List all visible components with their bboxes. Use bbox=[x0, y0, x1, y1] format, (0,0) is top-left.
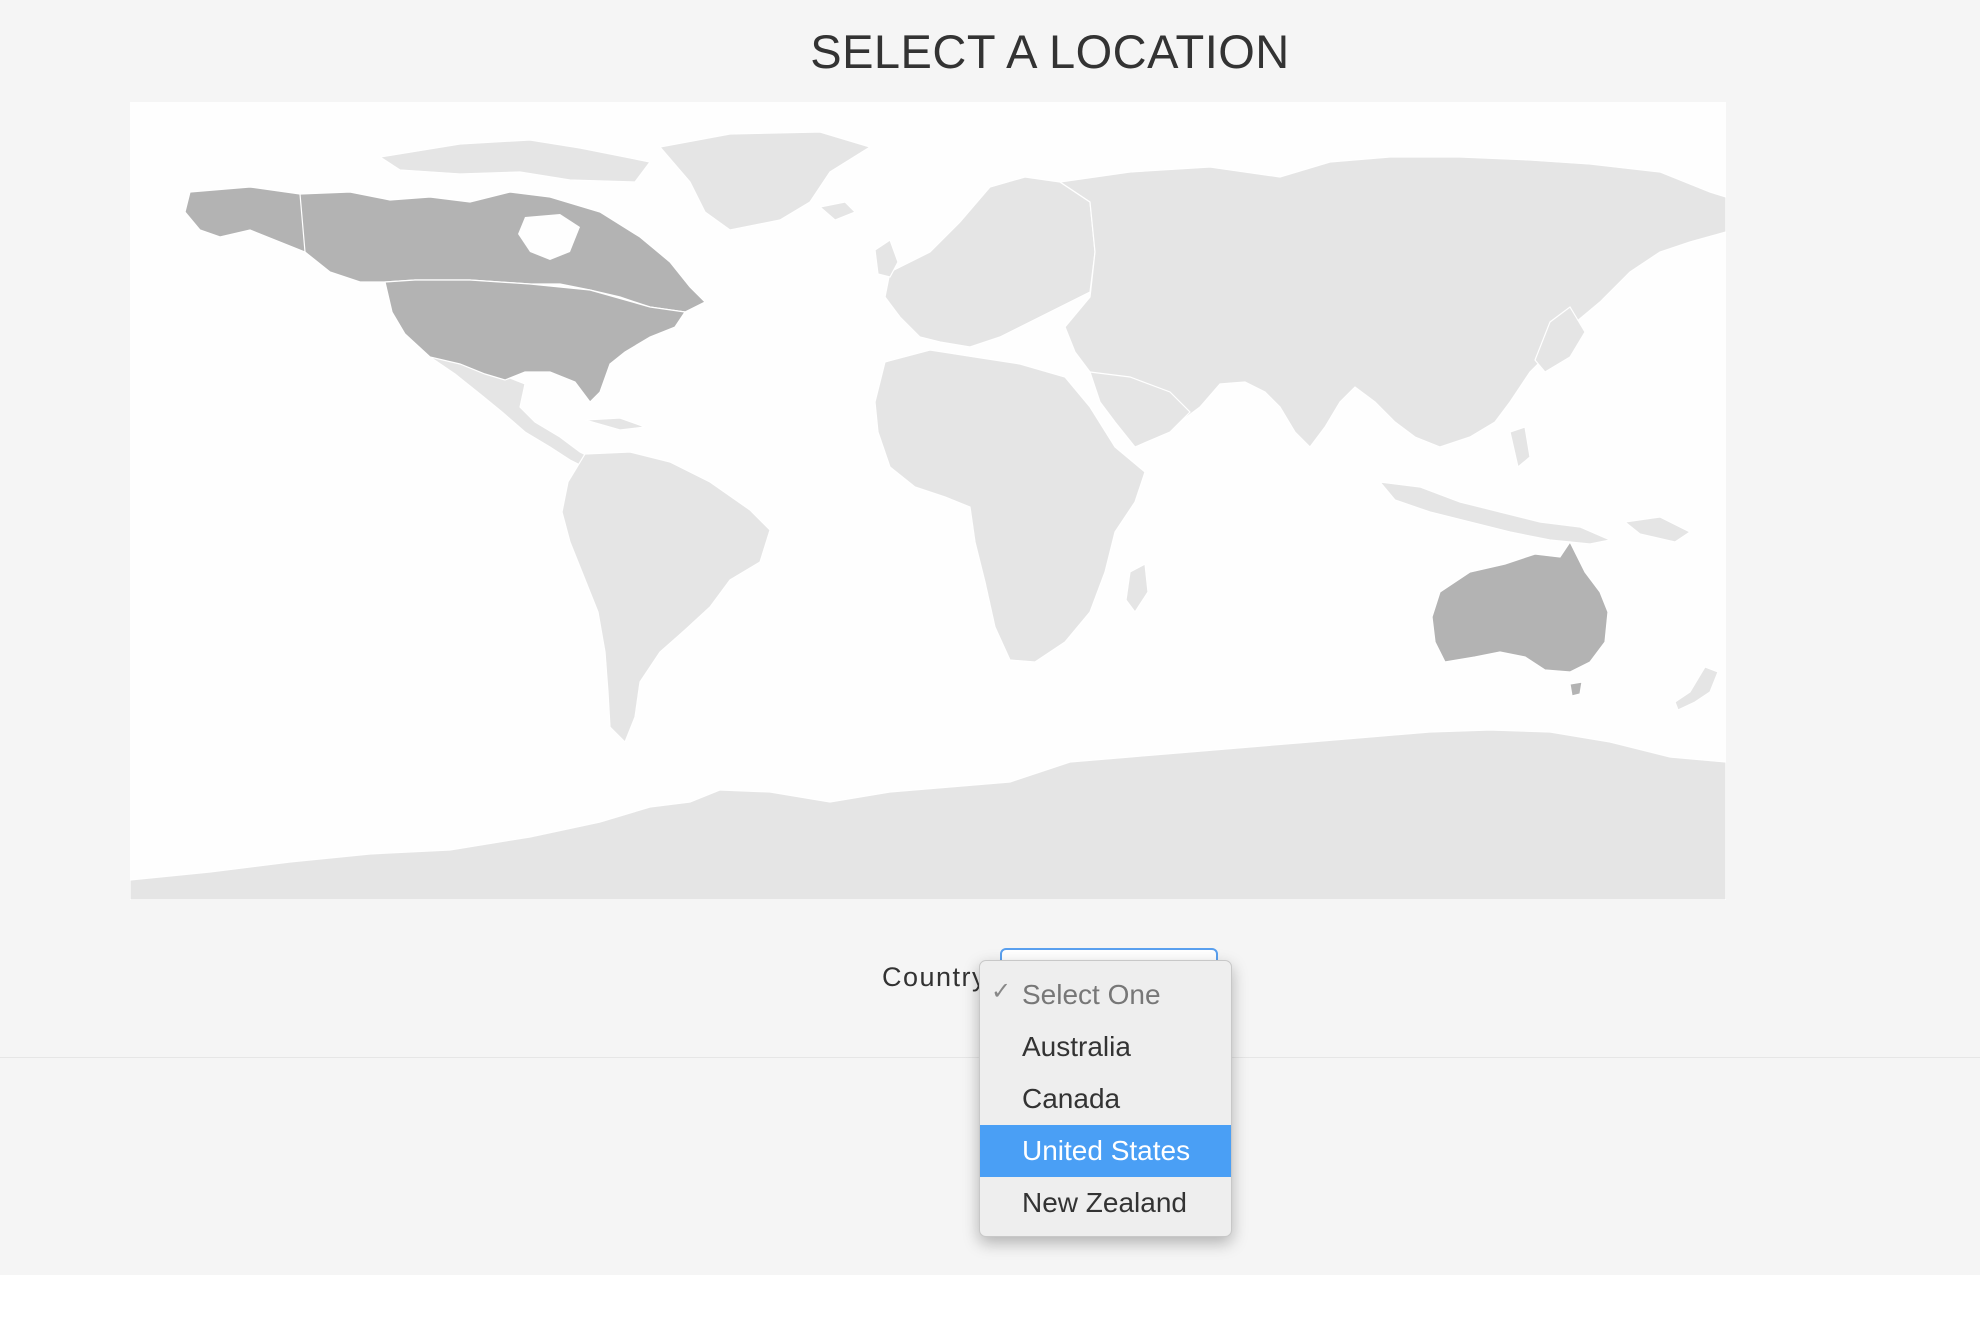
option-label: Select One bbox=[1022, 979, 1161, 1010]
option-label: Canada bbox=[1022, 1083, 1121, 1114]
region-madagascar[interactable] bbox=[1125, 563, 1149, 614]
page-title: SELECT A LOCATION bbox=[810, 25, 1290, 78]
option-united-states[interactable]: United States bbox=[980, 1125, 1231, 1177]
checkmark-icon: ✓ bbox=[991, 978, 1012, 1005]
world-map-svg bbox=[130, 131, 1726, 900]
option-select-one[interactable]: ✓ Select One bbox=[980, 969, 1231, 1021]
page-background: SELECT A LOCATION Country ✓ Select One A… bbox=[0, 0, 1980, 1275]
region-australia[interactable] bbox=[1431, 540, 1609, 673]
region-south-america[interactable] bbox=[561, 451, 771, 744]
option-new-zealand[interactable]: New Zealand bbox=[980, 1177, 1231, 1229]
option-label: New Zealand bbox=[1022, 1187, 1187, 1218]
country-label: Country bbox=[882, 962, 988, 992]
region-caribbean[interactable] bbox=[584, 417, 646, 431]
option-australia[interactable]: Australia bbox=[980, 1021, 1231, 1073]
region-europe[interactable] bbox=[884, 176, 1096, 348]
region-arctic-islands[interactable] bbox=[378, 139, 652, 183]
option-label: Australia bbox=[1022, 1031, 1131, 1062]
region-antarctica[interactable] bbox=[130, 729, 1726, 900]
region-new-zealand[interactable] bbox=[1674, 666, 1719, 711]
region-papua-new-guinea[interactable] bbox=[1623, 516, 1692, 543]
region-tasmania[interactable] bbox=[1569, 681, 1583, 697]
world-map[interactable] bbox=[130, 102, 1726, 900]
option-label: United States bbox=[1022, 1135, 1191, 1166]
country-dropdown-menu[interactable]: ✓ Select One Australia Canada United Sta… bbox=[979, 960, 1232, 1237]
region-indonesia[interactable] bbox=[1378, 481, 1612, 545]
region-alaska[interactable] bbox=[184, 186, 306, 253]
region-iceland[interactable] bbox=[818, 201, 857, 221]
region-philippines[interactable] bbox=[1509, 426, 1531, 469]
option-canada[interactable]: Canada bbox=[980, 1073, 1231, 1125]
